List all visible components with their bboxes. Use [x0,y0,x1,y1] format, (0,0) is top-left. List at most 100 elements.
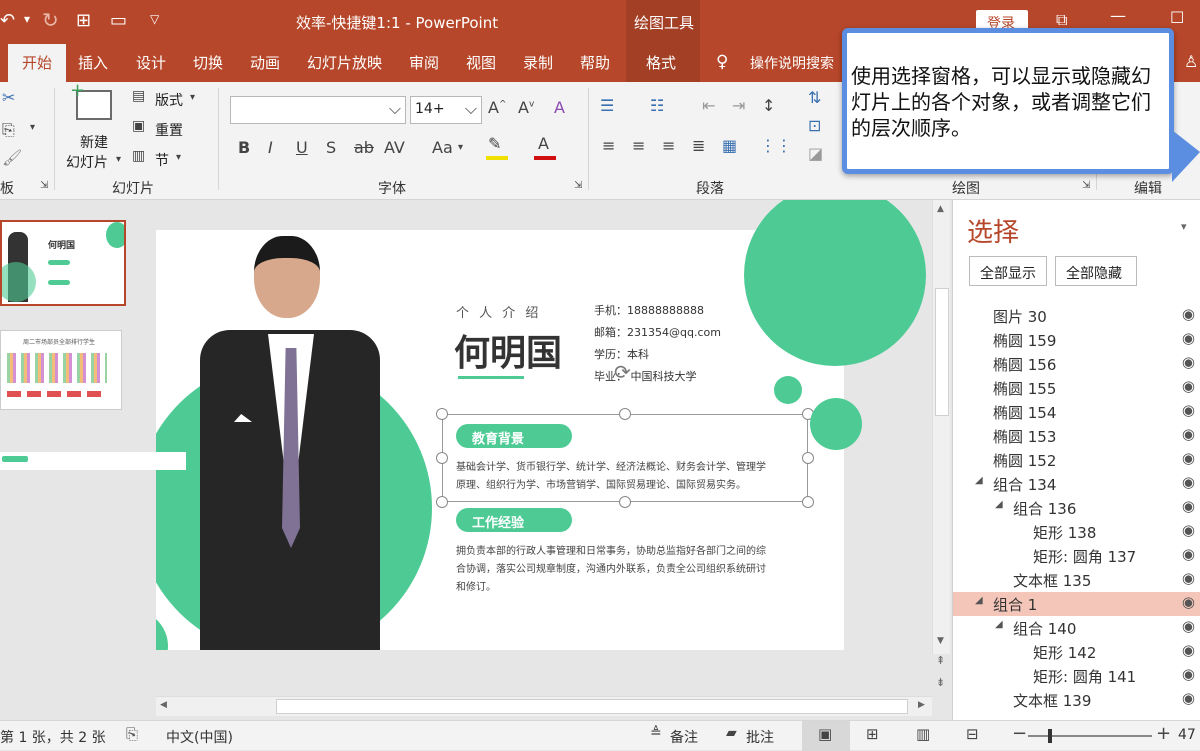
visibility-eye-icon[interactable]: ◉ [1182,521,1195,539]
tell-me-search[interactable]: 操作说明搜索 [750,53,834,73]
zoom-level[interactable]: 47 [1178,727,1196,743]
italic-icon[interactable]: I [268,138,273,157]
selection-item[interactable]: ◢ 组合 140 ◉ [953,616,1200,640]
scroll-down-icon[interactable]: ▼ [937,636,944,646]
accessibility-icon[interactable]: ⎘ [126,725,138,743]
selection-item[interactable]: ◢ 组合 134 ◉ [953,472,1200,496]
slide-editor[interactable]: 个 人 介 绍 何明国 手机：18888888888 邮箱：231354@qq.… [152,200,952,720]
show-all-button[interactable]: 全部显示 [969,256,1047,286]
font-color-icon[interactable]: A [538,134,549,153]
maximize-icon[interactable]: ☐ [1170,8,1184,27]
person-name[interactable]: 何明国 [454,324,562,376]
font-name-combo[interactable]: ⌵ [230,96,406,124]
underline-icon[interactable]: U [296,138,308,157]
dialog-launcher-icon[interactable]: ⇲ [574,180,582,191]
increase-font-icon[interactable]: A^ [488,98,507,117]
notes-button[interactable]: 备注 [670,727,698,747]
reading-view-icon[interactable]: ▥ [916,725,930,743]
present-icon[interactable]: ⊞ [76,10,91,31]
change-case-icon[interactable]: Aa [432,138,453,157]
align-center-icon[interactable]: ≡ [632,136,645,155]
clear-format-icon[interactable]: A [554,98,565,117]
visibility-eye-icon[interactable]: ◉ [1182,545,1195,563]
comments-icon[interactable]: ▰ [726,725,737,741]
selection-item[interactable]: 椭圆 159 ◉ [953,328,1200,352]
h-scroll-thumb[interactable] [276,699,908,714]
dropdown-icon[interactable]: ▾ [24,12,30,26]
green-circle[interactable] [810,398,862,450]
zoom-slider-thumb[interactable] [1048,729,1052,743]
zoom-out-icon[interactable]: − [1012,723,1027,744]
tab-record[interactable]: 录制 [523,52,553,73]
visibility-eye-icon[interactable]: ◉ [1182,353,1195,371]
chevron-down-icon[interactable]: ▾ [30,122,35,133]
resize-handle[interactable] [436,496,448,508]
hide-all-button[interactable]: 全部隐藏 [1055,256,1137,286]
selection-item[interactable]: 文本框 135 ◉ [953,568,1200,592]
justify-icon[interactable]: ≣ [692,136,705,155]
increase-indent-icon[interactable]: ⇥ [732,96,745,115]
vertical-scrollbar[interactable]: ▲ ▼ [932,200,950,654]
visibility-eye-icon[interactable]: ◉ [1182,329,1195,347]
tab-review[interactable]: 审阅 [409,52,439,73]
work-text-line3[interactable]: 和修订。 [456,578,496,593]
tab-design[interactable]: 设计 [136,52,166,73]
selection-item[interactable]: ◢ 组合 1 ◉ [953,592,1200,616]
resize-handle[interactable] [619,496,631,508]
visibility-eye-icon[interactable]: ◉ [1182,641,1195,659]
expand-triangle-icon[interactable]: ◢ [995,619,1003,630]
resize-handle[interactable] [802,452,814,464]
strikethrough-icon[interactable]: ab [354,138,374,157]
comments-button[interactable]: 批注 [746,727,774,747]
chevron-down-icon[interactable]: ▾ [458,142,463,153]
bold-icon[interactable]: B [238,138,250,157]
work-text-line2[interactable]: 合协调，落实公司规章制度，沟通内外联系，负责全公司组织系统研讨 [456,560,766,575]
copy-icon[interactable]: ⎘ [2,120,15,140]
resize-handle[interactable] [436,408,448,420]
person-photo[interactable] [178,230,388,650]
tab-insert[interactable]: 插入 [78,52,108,73]
visibility-eye-icon[interactable]: ◉ [1182,377,1195,395]
selection-item[interactable]: 矩形: 圆角 137 ◉ [953,544,1200,568]
chevron-down-icon[interactable]: ▾ [176,152,181,163]
normal-view-button[interactable]: ▣ [802,721,850,751]
new-slide-icon[interactable]: + [70,80,112,120]
visibility-eye-icon[interactable]: ◉ [1182,473,1195,491]
smartart-icon[interactable]: ◪ [808,144,823,163]
dialog-launcher-icon[interactable]: ⇲ [1082,180,1090,191]
visibility-eye-icon[interactable]: ◉ [1182,497,1195,515]
highlight-icon[interactable]: ✎ [488,134,501,153]
zoom-slider[interactable] [1028,729,1152,743]
selection-item[interactable]: 椭圆 153 ◉ [953,424,1200,448]
zoom-in-icon[interactable]: + [1156,723,1171,744]
rotate-handle-icon[interactable]: ⟳ [614,360,631,384]
align-text-icon[interactable]: ⊡ [808,116,821,135]
expand-triangle-icon[interactable]: ◢ [975,475,983,486]
format-painter-icon[interactable]: 🖌 [2,148,22,167]
reset-button[interactable]: 重置 [155,120,183,140]
selection-item[interactable]: 椭圆 152 ◉ [953,448,1200,472]
slide-canvas[interactable]: 个 人 介 绍 何明国 手机：18888888888 邮箱：231354@qq.… [156,230,844,650]
horizontal-scrollbar[interactable]: ◀ ▶ [156,696,932,716]
shadow-icon[interactable]: S [326,138,336,157]
visibility-eye-icon[interactable]: ◉ [1182,569,1195,587]
expand-triangle-icon[interactable]: ◢ [995,499,1003,510]
section-button[interactable]: 节 [155,150,169,170]
resize-handle[interactable] [619,408,631,420]
selection-item[interactable]: 文本框 139 ◉ [953,688,1200,710]
next-slide-icon[interactable]: ⇟ [936,676,945,689]
scroll-left-icon[interactable]: ◀ [160,700,167,710]
slide-sorter-icon[interactable]: ⊞ [866,725,879,743]
work-text-line1[interactable]: 拥负责本部的行政人事管理和日常事务，协助总监指好各部门之间的综 [456,542,766,557]
intro-label[interactable]: 个 人 介 绍 [456,302,541,321]
notes-icon[interactable]: ≜ [650,725,662,741]
visibility-eye-icon[interactable]: ◉ [1182,617,1195,635]
resize-handle[interactable] [802,496,814,508]
open-folder-icon[interactable]: ▭ [110,10,127,31]
green-circle[interactable] [774,376,802,404]
selection-item[interactable]: 椭圆 155 ◉ [953,376,1200,400]
bullets-icon[interactable]: ☰ [600,96,614,115]
dialog-launcher-icon[interactable]: ⇲ [40,180,48,191]
minimize-icon[interactable]: — [1110,6,1126,25]
visibility-eye-icon[interactable]: ◉ [1182,449,1195,467]
